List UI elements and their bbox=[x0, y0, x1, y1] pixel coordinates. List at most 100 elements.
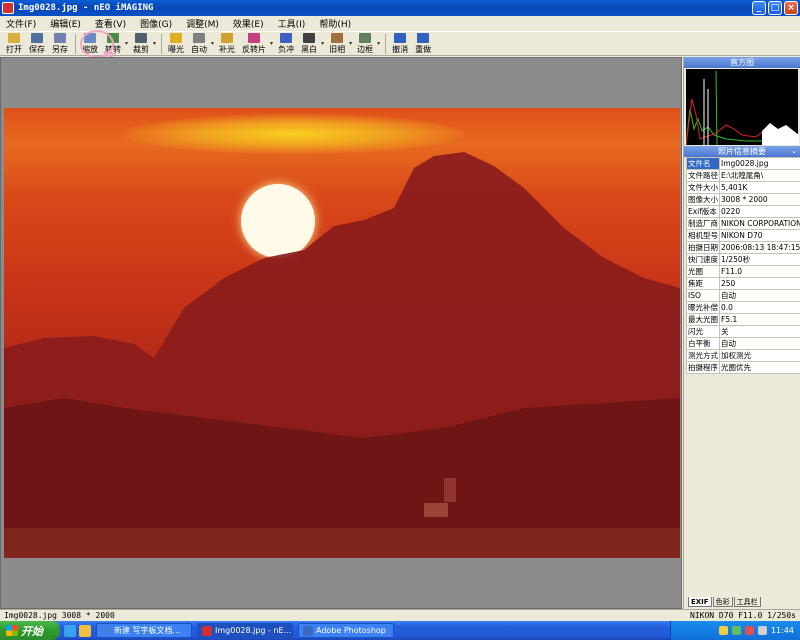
info-row[interactable]: 拍摄日期 2006:08:13 18:47:15 bbox=[686, 241, 800, 254]
toolbar-button-7[interactable]: 自动 bbox=[188, 32, 210, 56]
dropdown-arrow-icon[interactable]: ▾ bbox=[125, 40, 128, 47]
menu-tools[interactable]: 工具(I) bbox=[276, 17, 308, 30]
save-as-icon bbox=[54, 33, 66, 43]
toolbar-button-14[interactable]: 撤消 bbox=[389, 32, 411, 56]
tray-icon[interactable] bbox=[731, 626, 741, 635]
toolbar-button-9[interactable]: 反转片 bbox=[239, 32, 269, 56]
menu-file[interactable]: 文件(F) bbox=[4, 17, 38, 30]
taskbar-task[interactable]: 新建 写字板文档... bbox=[96, 623, 192, 638]
toolbar-button-13[interactable]: 边框 bbox=[354, 32, 376, 56]
start-button[interactable]: 开始 bbox=[0, 621, 60, 640]
taskbar: 开始 新建 写字板文档... Img0028.jpg - nE... Adobe P… bbox=[0, 621, 800, 640]
info-row[interactable]: Exif版本 0220 bbox=[686, 205, 800, 218]
toolbar-button-2[interactable]: 另存 bbox=[49, 32, 71, 56]
dropdown-arrow-icon[interactable]: ▾ bbox=[270, 40, 273, 47]
tray-icon[interactable] bbox=[718, 626, 728, 635]
info-value: 3008 * 2000 bbox=[719, 193, 800, 206]
toolbar-button-10[interactable]: 负冲 bbox=[275, 32, 297, 56]
close-button[interactable]: × bbox=[784, 1, 798, 15]
dropdown-arrow-icon[interactable]: ▾ bbox=[321, 40, 324, 47]
folder-icon[interactable] bbox=[79, 624, 91, 637]
toolbar-button-label: 旧相 bbox=[329, 45, 346, 54]
toolbar-separator bbox=[385, 34, 387, 54]
info-row[interactable]: 焦距 250 bbox=[686, 277, 800, 290]
exposure-icon bbox=[170, 33, 183, 43]
menu-image[interactable]: 图像(G) bbox=[138, 17, 174, 30]
toolbar: 打开 保存 另存 缩放 转转 ▾ 裁剪 ▾ 曝光 自动 ▾ 补光 反转片 ▾ 负冲 黑白 ▾ 旧相 ▾ 边框 ▾ 撤消 重做 bbox=[0, 31, 800, 56]
toolbar-button-11[interactable]: 黑白 bbox=[298, 32, 320, 56]
status-right: NIKON D70 F11.0 1/250s bbox=[690, 611, 796, 620]
menu-edit[interactable]: 编辑(E) bbox=[48, 17, 83, 30]
taskbar-task[interactable]: Adobe Photoshop bbox=[298, 623, 394, 638]
tab-toolbar[interactable]: 工具栏 bbox=[733, 597, 761, 607]
toolbar-button-1[interactable]: 保存 bbox=[26, 32, 48, 56]
app-icon bbox=[2, 2, 14, 14]
toolbar-button-label: 黑白 bbox=[301, 45, 318, 54]
info-value: 2006:08:13 18:47:15 bbox=[719, 241, 800, 254]
ie-icon[interactable] bbox=[64, 624, 76, 637]
info-row[interactable]: 文件路径 E:\北隍尾角\ bbox=[686, 169, 800, 182]
minimize-button[interactable]: _ bbox=[752, 1, 766, 15]
collapse-chevron-icon[interactable]: ⌄ bbox=[791, 146, 797, 157]
info-key: 快门速度 bbox=[686, 253, 720, 266]
title-bar: Img0028.jpg - nEO iMAGING _ □ × bbox=[0, 0, 800, 16]
info-key: 拍摄日期 bbox=[686, 241, 720, 254]
toolbar-separator bbox=[161, 34, 163, 54]
info-value: 关 bbox=[719, 325, 800, 338]
info-value: 0.0 bbox=[719, 301, 800, 314]
dropdown-arrow-icon[interactable]: ▾ bbox=[377, 40, 380, 47]
maximize-button[interactable]: □ bbox=[768, 1, 782, 15]
toolbar-button-12[interactable]: 旧相 bbox=[326, 32, 348, 56]
image-viewer[interactable] bbox=[0, 57, 682, 609]
info-row[interactable]: 图像大小 3008 * 2000 bbox=[686, 193, 800, 206]
dropdown-arrow-icon[interactable]: ▾ bbox=[211, 40, 214, 47]
panel-tabs: EXIF 色彩 工具栏 bbox=[688, 597, 761, 607]
toolbar-button-3[interactable]: 缩放 bbox=[79, 32, 101, 56]
info-value: 加权测光 bbox=[719, 349, 800, 362]
info-row[interactable]: 快门速度 1/250秒 bbox=[686, 253, 800, 266]
info-row[interactable]: ISO 自动 bbox=[686, 289, 800, 302]
info-key: 相机型号 bbox=[686, 229, 720, 242]
info-row[interactable]: 拍摄程序 光圈优先 bbox=[686, 361, 800, 374]
info-value: 0220 bbox=[719, 205, 800, 218]
info-key: 拍摄程序 bbox=[686, 361, 720, 374]
info-row[interactable]: 文件名 Img0028.jpg bbox=[686, 157, 800, 170]
info-row[interactable]: 白平衡 自动 bbox=[686, 337, 800, 350]
task-app-icon bbox=[101, 625, 111, 636]
info-row[interactable]: 闪光关 bbox=[686, 325, 800, 338]
info-row[interactable]: 曝光补偿 0.0 bbox=[686, 301, 800, 314]
folder-open-icon bbox=[8, 33, 20, 43]
volume-icon[interactable] bbox=[757, 626, 767, 635]
toolbar-button-8[interactable]: 补光 bbox=[216, 32, 238, 56]
toolbar-button-5[interactable]: 裁剪 bbox=[130, 32, 152, 56]
toolbar-button-label: 撤消 bbox=[392, 45, 409, 54]
system-tray: 11:44 bbox=[670, 621, 800, 640]
menu-help[interactable]: 帮助(H) bbox=[317, 17, 353, 30]
toolbar-button-label: 边框 bbox=[357, 45, 374, 54]
tab-exif[interactable]: EXIF bbox=[688, 597, 712, 607]
info-row[interactable]: 测光方式 加权测光 bbox=[686, 349, 800, 362]
toolbar-button-6[interactable]: 曝光 bbox=[165, 32, 187, 56]
taskbar-task[interactable]: Img0028.jpg - nE... bbox=[197, 623, 293, 638]
info-row[interactable]: 相机型号 NIKON D70 bbox=[686, 229, 800, 242]
right-panel: 直方图 照片信息摘要 ⌄ 文件名 Img0028.jpg 文件路径 E:\北隍尾角\ 文… bbox=[683, 57, 800, 609]
tab-color[interactable]: 色彩 bbox=[712, 597, 733, 607]
info-row[interactable]: 光圈 F11.0 bbox=[686, 265, 800, 278]
info-row[interactable]: 文件大小 5,401K bbox=[686, 181, 800, 194]
menu-adjust[interactable]: 调整(M) bbox=[184, 17, 221, 30]
toolbar-button-15[interactable]: 重做 bbox=[412, 32, 434, 56]
info-value: E:\北隍尾角\ bbox=[719, 169, 800, 182]
dropdown-arrow-icon[interactable]: ▾ bbox=[349, 40, 352, 47]
info-row[interactable]: 制造厂商 NIKON CORPORATION bbox=[686, 217, 800, 230]
info-row[interactable]: 最大光圈 F5.1 bbox=[686, 313, 800, 326]
dropdown-arrow-icon[interactable]: ▾ bbox=[153, 40, 156, 47]
toolbar-button-label: 缩放 bbox=[82, 45, 98, 54]
toolbar-button-0[interactable]: 打开 bbox=[3, 32, 25, 56]
info-value: F11.0 bbox=[719, 265, 800, 278]
tray-icon[interactable] bbox=[744, 626, 754, 635]
save-disk-icon bbox=[31, 33, 43, 43]
menu-effects[interactable]: 效果(E) bbox=[231, 17, 266, 30]
menu-view[interactable]: 查看(V) bbox=[93, 17, 128, 30]
info-key: 最大光圈 bbox=[686, 313, 720, 326]
toolbar-button-4[interactable]: 转转 bbox=[102, 32, 124, 56]
